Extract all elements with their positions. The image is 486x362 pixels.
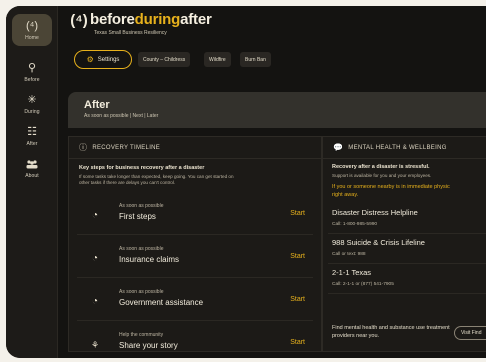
resource-item[interactable]: Disaster Distress Helpline Call: 1-800-9… <box>328 204 486 234</box>
info-icon: ⓘ <box>79 143 88 152</box>
resource-name: 988 Suicide & Crisis Lifeline <box>332 238 425 247</box>
home-bolt-icon: (⁴) <box>25 20 39 32</box>
sidebar-item-home[interactable]: (⁴) Home <box>12 14 52 46</box>
timer-icon: ◔ <box>91 253 99 264</box>
start-link[interactable]: Start <box>290 253 305 260</box>
county-chip[interactable]: County – Childress <box>138 52 191 67</box>
chat-bubble-icon: 💬 <box>333 143 344 152</box>
after-banner <box>68 92 486 128</box>
step-title: First steps <box>119 212 156 221</box>
sidebar-item-during[interactable]: ✳ During <box>12 88 52 120</box>
step-title: Government assistance <box>119 298 204 307</box>
alert-burst-icon: ✳ <box>27 94 37 106</box>
timeline-step[interactable]: ◔ As soon as possible First steps Start <box>77 199 313 235</box>
resource-name: Disaster Distress Helpline <box>332 208 418 217</box>
timeline-step[interactable]: ◔ As soon as possible Government assista… <box>77 285 313 321</box>
resource-item[interactable]: 988 Suicide & Crisis Lifeline Call or te… <box>328 234 486 264</box>
resource-item[interactable]: 2-1-1 Texas Call: 2-1-1 or (877) 541-790… <box>328 264 486 294</box>
step-when: As soon as possible <box>119 203 164 209</box>
start-link[interactable]: Start <box>290 210 305 217</box>
wildfire-chip[interactable]: Wildfire <box>204 52 231 67</box>
sidebar-item-before[interactable]: ⚲ Before <box>12 56 52 88</box>
sidebar-item-label: About <box>25 172 39 179</box>
step-title: Share your story <box>119 341 178 350</box>
app-frame: (⁴) Home ⚲ Before ✳ During ☷ After About… <box>6 6 486 358</box>
location-icon: ⚲ <box>27 62 37 74</box>
resource-name: 2-1-1 Texas <box>332 268 372 277</box>
people-icon <box>26 158 38 171</box>
sidebar-item-label: Home <box>25 34 39 41</box>
recovery-intro-text-2: other tasks if there are delays you can'… <box>79 180 176 185</box>
recovery-timeline-panel: ⓘ RECOVERY TIMELINE Key steps for busine… <box>68 136 322 352</box>
step-when: As soon as possible <box>119 289 164 295</box>
timeline-step[interactable]: ⚘ Help the community Share your story St… <box>77 328 313 358</box>
resource-call[interactable]: Call: 1-800-985-5990 <box>332 222 377 227</box>
sidebar-item-label: After <box>26 140 38 147</box>
brand-before: before <box>90 11 135 28</box>
gear-icon: ⚙ <box>86 54 94 64</box>
mental-intro-title: Recovery after a disaster is stressful. <box>332 164 430 170</box>
step-title: Insurance claims <box>119 255 180 264</box>
mental-intro-text: Support is available for you and your em… <box>332 173 432 178</box>
sidebar: (⁴) Home ⚲ Before ✳ During ☷ After About <box>6 6 58 358</box>
visit-find-button[interactable]: Visit Find <box>454 326 486 340</box>
settings-button[interactable]: ⚙ Settings <box>74 50 132 69</box>
sidebar-item-after[interactable]: ☷ After <box>12 120 52 152</box>
brand-after: after <box>180 11 212 28</box>
brand-logo[interactable]: beforeduringafter <box>90 11 212 28</box>
step-when: As soon as possible <box>119 246 164 252</box>
recovery-timeline-header: ⓘ RECOVERY TIMELINE <box>69 137 321 159</box>
resource-call[interactable]: Call or text: 988 <box>332 252 366 257</box>
settings-label: Settings <box>97 56 120 63</box>
sidebar-item-label: During <box>24 108 40 115</box>
recovery-intro-title: Key steps for business recovery after a … <box>79 165 205 171</box>
crisis-notice-1: If you or someone nearby is in immediate… <box>332 184 450 190</box>
community-icon: ⚘ <box>90 340 100 350</box>
page-title: After <box>84 99 110 111</box>
timeline-step[interactable]: ◔ As soon as possible Insurance claims S… <box>77 242 313 278</box>
panel-title: RECOVERY TIMELINE <box>92 144 161 151</box>
after-subtitle: As soon as possible | Next | Later <box>84 113 159 119</box>
mental-health-header: 💬 MENTAL HEALTH & WELLBEING <box>323 137 486 159</box>
crisis-notice-2: right away. <box>332 192 359 198</box>
sidebar-item-about[interactable]: About <box>12 152 52 184</box>
sidebar-item-label: Before <box>24 76 40 83</box>
step-when: Help the community <box>119 332 164 338</box>
brand-during: during <box>134 11 181 28</box>
start-link[interactable]: Start <box>290 339 305 346</box>
logo-icon: (⁴) <box>70 12 88 29</box>
burn-ban-chip[interactable]: Burn Ban <box>240 52 271 67</box>
find-providers-text: Find mental health and substance use tre… <box>332 325 450 339</box>
timer-icon: ◔ <box>91 296 99 307</box>
timer-icon: ◔ <box>91 210 99 221</box>
start-link[interactable]: Start <box>290 296 305 303</box>
brand-subtitle: Texas Small Business Resiliency <box>94 30 167 36</box>
resource-call[interactable]: Call: 2-1-1 or (877) 541-7905 <box>332 282 394 287</box>
checklist-icon: ☷ <box>27 126 37 138</box>
panel-title: MENTAL HEALTH & WELLBEING <box>348 144 447 151</box>
